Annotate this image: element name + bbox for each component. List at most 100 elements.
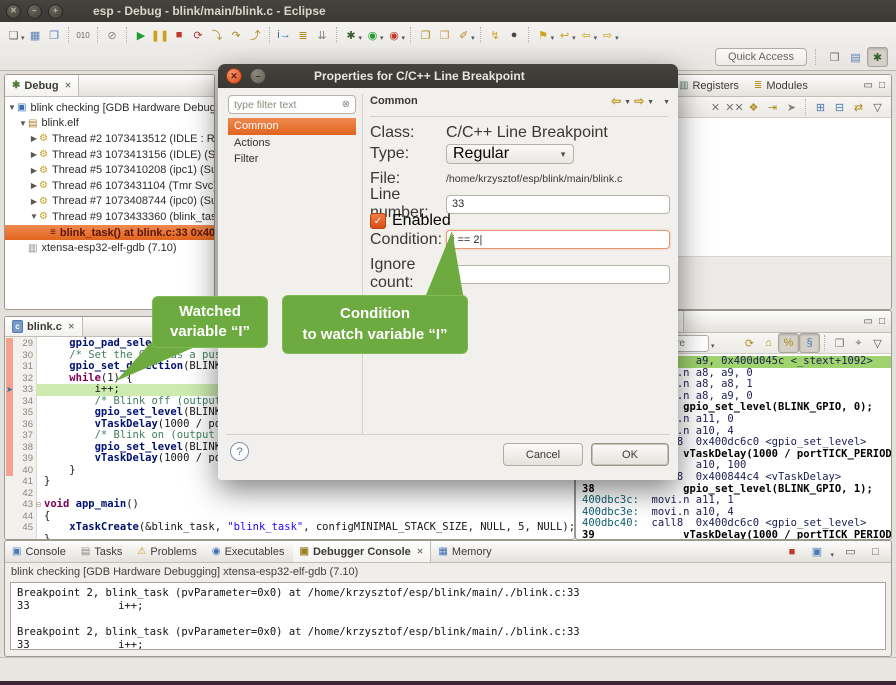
dialog-nav-common[interactable]: Common	[228, 118, 356, 135]
skip-all-breakpoints-icon[interactable]: ⊘	[103, 26, 122, 44]
tree-expander-icon[interactable]: ▼	[7, 103, 17, 112]
step-return-icon[interactable]: ⤴	[246, 26, 265, 44]
tree-expander-icon[interactable]: ▶	[29, 197, 39, 206]
window-minimize-icon[interactable]: –	[27, 4, 42, 19]
minimize-icon[interactable]: ▭	[864, 316, 873, 327]
chevron-down-icon[interactable]: ▼	[647, 99, 654, 106]
debug-tree-selected-frame[interactable]: ≡blink_task() at blink.c:33 0x400dbc26	[5, 225, 214, 241]
tree-expander-icon[interactable]: ▼	[29, 212, 39, 221]
chevron-down-icon[interactable]: ▾	[402, 34, 406, 42]
breakpoint-pointer-icon[interactable]: ➤	[5, 385, 14, 394]
condition-input[interactable]: i == 2|	[446, 230, 670, 249]
debug-tree-item[interactable]: ▶⚙Thread #3 1073413156 (IDLE) (Suspended…	[5, 147, 214, 163]
close-icon[interactable]: ✕	[417, 547, 424, 556]
tree-expander-icon[interactable]: ▶	[29, 166, 39, 175]
minimize-icon[interactable]: ▭	[864, 80, 873, 91]
dialog-nav-actions[interactable]: Actions	[228, 135, 356, 152]
chevron-down-icon[interactable]: ▼	[624, 99, 631, 106]
maximize-icon[interactable]: □	[866, 543, 885, 561]
step-over-icon[interactable]: ↷	[227, 26, 246, 44]
filter-input[interactable]: type filter text ⊗	[228, 95, 356, 114]
chevron-down-icon[interactable]: ▾	[471, 34, 475, 42]
instruction-stepping-icon[interactable]: i→	[275, 26, 294, 44]
suspend-icon[interactable]: ❚❚	[151, 26, 170, 44]
tree-expander-icon[interactable]: ▼	[18, 119, 28, 128]
code-line[interactable]: 45 xTaskCreate(&blink_task, "blink_task"…	[5, 522, 574, 534]
enabled-checkbox[interactable]: ✓	[370, 213, 386, 229]
maximize-icon[interactable]: □	[879, 316, 885, 327]
step-into-icon[interactable]: ⤵	[208, 26, 227, 44]
debug-tree-item[interactable]: ▶⚙Thread #7 1073408744 (ipc0) (Suspended…	[5, 194, 214, 210]
view-menu-icon[interactable]: ▼	[663, 99, 670, 106]
terminate-icon[interactable]: ■	[170, 26, 189, 44]
fold-icon[interactable]: ⊝	[33, 500, 44, 509]
tab-blink-c[interactable]: c blink.c ✕	[5, 317, 83, 336]
chevron-down-icon[interactable]: ▾	[551, 34, 555, 42]
show-breakpoints-for-target-icon[interactable]: ❖	[744, 98, 763, 116]
dialog-minimize-icon[interactable]: –	[250, 68, 266, 84]
view-menu-icon[interactable]: ▽	[868, 98, 887, 116]
ok-button[interactable]: OK	[591, 443, 669, 466]
show-opcodes-icon[interactable]: %	[778, 333, 799, 353]
show-source-icon[interactable]: §	[799, 333, 820, 353]
tree-expander-icon[interactable]: ▶	[29, 181, 39, 190]
skip-breakpoints-icon[interactable]: ➤	[782, 98, 801, 116]
debug-tree-item[interactable]: ▥xtensa-esp32-elf-gdb (7.10)	[5, 240, 214, 256]
close-icon[interactable]: ✕	[68, 322, 75, 331]
cancel-button[interactable]: Cancel	[503, 443, 583, 466]
tab-tasks[interactable]: ▤Tasks	[74, 541, 131, 562]
tab-problems[interactable]: ⚠Problems	[130, 541, 204, 562]
open-perspective-icon[interactable]: ❒	[825, 48, 844, 66]
tab-modules[interactable]: ≣ Modules	[747, 75, 816, 96]
help-icon[interactable]: ?	[230, 442, 249, 461]
save-icon[interactable]: ▦	[26, 26, 45, 44]
tab-console[interactable]: ▣Console	[5, 541, 74, 562]
debug-tree-item[interactable]: ▼▤blink.elf	[5, 116, 214, 132]
tab-debugger-console[interactable]: ▣Debugger Console✕	[293, 541, 432, 562]
line-number-input[interactable]: 33	[446, 195, 670, 214]
code-line[interactable]: 43⊝void app_main()	[5, 499, 574, 511]
tree-expander-icon[interactable]: ▶	[29, 134, 39, 143]
expand-all-icon[interactable]: ⊞	[811, 98, 830, 116]
show-debug-toolbar-icon[interactable]: ≣	[294, 26, 313, 44]
go-to-pc-icon[interactable]: ⌂	[759, 334, 778, 352]
minimize-icon[interactable]: ▭	[841, 543, 860, 561]
collapse-all-icon[interactable]: ⊟	[830, 98, 849, 116]
go-to-file-for-breakpoint-icon[interactable]: ⇥	[763, 98, 782, 116]
pin-view-icon[interactable]: ⌖	[849, 334, 868, 352]
tab-executables[interactable]: ◉Executables	[205, 541, 293, 562]
drop-to-frame-icon[interactable]: ⇊	[313, 26, 332, 44]
chevron-down-icon[interactable]: ▾	[359, 34, 363, 42]
terminate-console-icon[interactable]: ■	[782, 543, 801, 561]
dialog-close-icon[interactable]: ✕	[226, 68, 242, 84]
view-menu-icon[interactable]: ▽	[868, 334, 887, 352]
terminate-relaunch-icon[interactable]: ⟳	[189, 26, 208, 44]
remove-breakpoint-icon[interactable]: ✕	[706, 98, 725, 116]
debug-tree-item[interactable]: ▶⚙Thread #6 1073431104 (Tmr Svc) (Suspen…	[5, 178, 214, 194]
tab-registers[interactable]: ▥ Registers	[672, 75, 747, 96]
chevron-down-icon[interactable]: ▾	[711, 342, 715, 350]
dialog-nav-filter[interactable]: Filter	[228, 151, 356, 168]
debug-tree-item[interactable]: ▶⚙Thread #2 1073413512 (IDLE : Running)	[5, 131, 214, 147]
close-icon[interactable]: ✕	[65, 81, 72, 90]
back-icon[interactable]: ⇦	[611, 94, 621, 108]
type-select[interactable]: Regular ▼	[446, 144, 574, 164]
forward-icon[interactable]: ⇨	[634, 94, 644, 108]
refresh-icon[interactable]: ⟳	[740, 334, 759, 352]
search-icon[interactable]: ●	[505, 26, 524, 44]
binary-icon[interactable]: 010	[74, 26, 93, 44]
debug-tree-item[interactable]: ▼⚙Thread #9 1073433360 (blink_task : Run…	[5, 209, 214, 225]
debug-tree-item[interactable]: ▶⚙Thread #5 1073410208 (ipc1) (Suspended…	[5, 162, 214, 178]
open-element-icon[interactable]: ❐	[435, 26, 454, 44]
chevron-down-icon[interactable]: ▾	[594, 34, 598, 42]
chevron-down-icon[interactable]: ▾	[572, 34, 576, 42]
chevron-down-icon[interactable]: ▾	[21, 34, 25, 42]
window-close-icon[interactable]: ✕	[6, 4, 21, 19]
chevron-down-icon[interactable]: ▾	[380, 34, 384, 42]
quick-access-button[interactable]: Quick Access	[715, 48, 807, 66]
new-cpp-class-icon[interactable]: ❐	[416, 26, 435, 44]
flash-icon[interactable]: ↯	[486, 26, 505, 44]
tab-memory[interactable]: ▦Memory	[431, 541, 499, 562]
window-maximize-icon[interactable]: +	[48, 4, 63, 19]
maximize-icon[interactable]: □	[879, 80, 885, 91]
